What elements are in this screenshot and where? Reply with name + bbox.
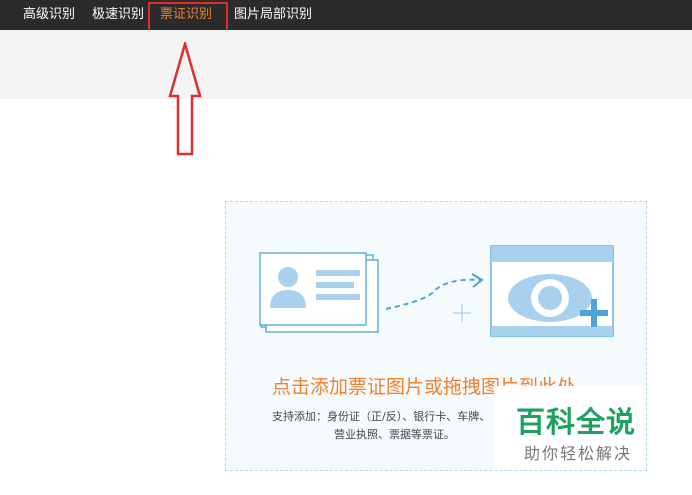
tab-fast-recognition[interactable]: 极速识别 (92, 0, 144, 30)
tab-advanced-recognition[interactable]: 高级识别 (23, 0, 75, 30)
top-tab-bar: 高级识别 极速识别 票证识别 图片局部识别 (0, 0, 692, 30)
watermark-subtitle: 助你轻松解决 (524, 444, 633, 463)
id-card-icon (259, 252, 379, 333)
watermark: 百科全说 助你轻松解决 (494, 386, 644, 470)
watermark-title: 百科全说 (516, 405, 637, 439)
upload-desc-line1: 支持添加：身份证（正/反）、银行卡、车牌、 (272, 410, 491, 423)
dashed-arrow-icon (385, 273, 484, 310)
move-cursor-icon (453, 304, 471, 322)
annotation-up-arrow-icon (168, 42, 202, 156)
toolbar-area (0, 30, 692, 99)
upload-illustration (259, 245, 614, 337)
tab-partial-image-recognition[interactable]: 图片局部识别 (234, 0, 312, 30)
